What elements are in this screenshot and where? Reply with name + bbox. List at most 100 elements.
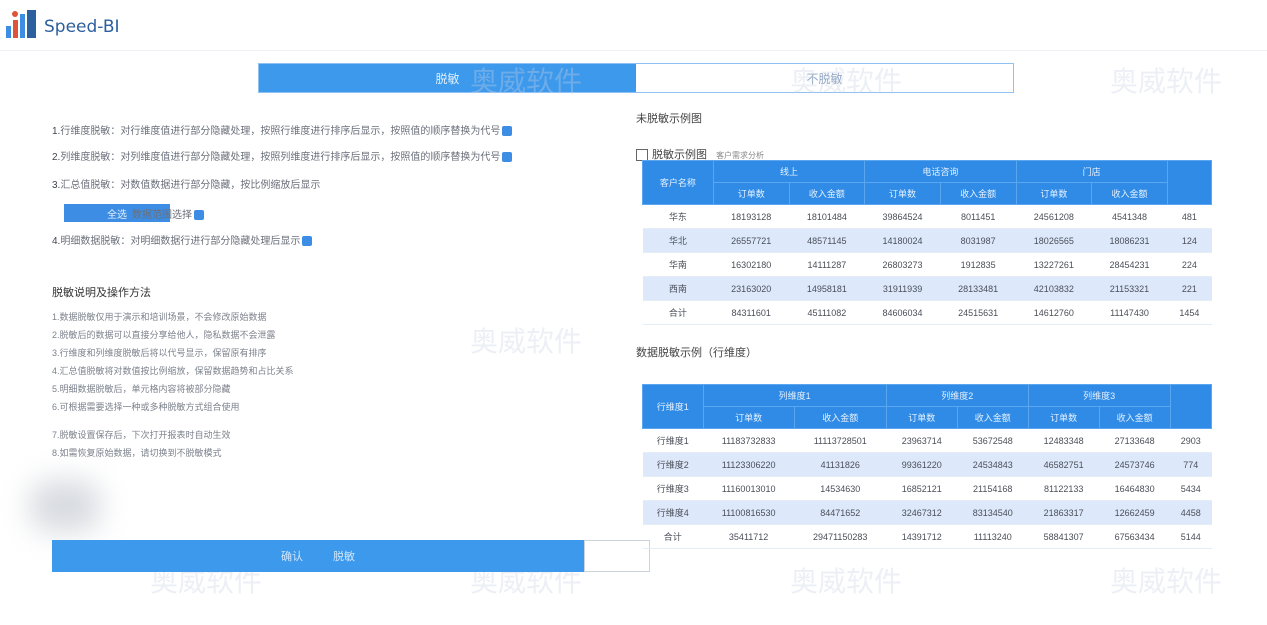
table-cell: 行维度3 — [642, 476, 704, 501]
table-cell: 83134540 — [957, 500, 1029, 525]
table-cell: 774 — [1170, 452, 1212, 477]
table-cell: 5144 — [1170, 524, 1212, 549]
table-row: 华北 26557721 48571145 14180024 8031987 1802656… — [642, 228, 1212, 253]
table-cell: 行维度4 — [642, 500, 704, 525]
note-line: 4.汇总值脱敏将对数值按比例缩放，保留数据趋势和占比关系 — [52, 366, 294, 376]
table-row: 合计 35411712 29471150283 14391712 11113240 588… — [642, 524, 1212, 549]
table-cell: 24515631 — [940, 300, 1016, 325]
top-bar: Speed-BI — [0, 0, 1267, 51]
note-line: 3.行维度和列维度脱敏后将以代号显示，保留原有排序 — [52, 348, 267, 358]
table-cell: 华南 — [642, 252, 714, 277]
toggle-icon[interactable] — [502, 126, 513, 137]
table-cell: 8031987 — [940, 228, 1016, 253]
table-cell: 1912835 — [940, 252, 1016, 277]
table-cell: 23163020 — [713, 276, 790, 301]
watermark: 奥威软件 — [790, 565, 903, 598]
table-cell: 42103832 — [1016, 276, 1092, 301]
table-cell: 16302180 — [713, 252, 790, 277]
table-cell: 18101484 — [789, 204, 865, 229]
table-cell: 11113728501 — [794, 428, 887, 453]
table-cell: 67563434 — [1099, 524, 1171, 549]
table-header: 客户名称 — [642, 160, 714, 205]
table-cell: 21863317 — [1028, 500, 1100, 525]
table-cell: 4541348 — [1091, 204, 1168, 229]
table-cell: 58841307 — [1028, 524, 1100, 549]
table-cell: 11160013010 — [703, 476, 795, 501]
table-cell: 11147430 — [1091, 300, 1168, 325]
table-header: 门店 — [1015, 160, 1168, 183]
table-cell: 124 — [1167, 228, 1212, 253]
note-line: 5.明细数据脱敏后，单元格内容将被部分隐藏 — [52, 384, 231, 394]
table-cell: 16852121 — [886, 476, 958, 501]
table-cell: 14958181 — [789, 276, 865, 301]
table-cell: 48571145 — [789, 228, 865, 253]
toggle-icon[interactable] — [194, 210, 204, 221]
table-header: 收入金额 — [939, 182, 1017, 205]
table-header — [1166, 160, 1213, 205]
table-row: 行维度3 11160013010 14534630 16852121 21154168 8… — [642, 476, 1212, 501]
table-header: 列维度1 — [702, 384, 887, 407]
table-cell: 4458 — [1170, 500, 1212, 525]
table-cell: 21153321 — [1091, 276, 1168, 301]
table-header: 行维度1 — [642, 384, 704, 429]
table-cell: 合计 — [642, 524, 704, 549]
table-cell: 14180024 — [864, 228, 941, 253]
example-label: 未脱敏示例图 — [636, 113, 702, 125]
table-cell: 1454 — [1167, 300, 1212, 325]
data-table-2: 行维度1 列维度1 列维度2 列维度3 订单数 收入金额 订单数 收入金额 订单… — [642, 384, 1213, 549]
option-row-desensitize[interactable]: 1.行维度脱敏：对行维度值进行部分隐藏处理，按照行维度进行排序后显示，按照值的顺… — [52, 122, 514, 137]
option-row-desensitize[interactable]: 2.列维度脱敏：对列维度值进行部分隐藏处理，按照列维度进行排序后显示，按照值的顺… — [52, 148, 514, 163]
table-cell: 23963714 — [886, 428, 958, 453]
table-cell: 26803273 — [864, 252, 941, 277]
option-row-desensitize[interactable]: 3.汇总值脱敏：对数值数据进行部分隐藏，按比例缩放后显示 — [52, 176, 320, 191]
table-header: 线上 — [712, 160, 866, 183]
table-cell: 45111082 — [789, 300, 865, 325]
table-cell: 84471652 — [794, 500, 887, 525]
table-header: 列维度2 — [885, 384, 1029, 407]
table-cell: 西南 — [642, 276, 714, 301]
note-line: 7.脱敏设置保存后，下次打开报表时自动生效 — [52, 430, 231, 440]
table-header: 电话咨询 — [864, 160, 1017, 183]
table-cell: 35411712 — [703, 524, 795, 549]
toggle-icon[interactable] — [302, 236, 313, 247]
table-cell: 81122133 — [1028, 476, 1100, 501]
option-row-desensitize[interactable]: 4.明细数据脱敏：对明细数据行进行部分隐藏处理后显示 — [52, 232, 314, 247]
table-cell: 华东 — [642, 204, 714, 229]
table-header: 列维度3 — [1027, 384, 1171, 407]
toggle-icon[interactable] — [502, 152, 513, 163]
table-header: 订单数 — [885, 406, 958, 429]
table-header: 订单数 — [864, 182, 941, 205]
table-cell: 18193128 — [713, 204, 790, 229]
secondary-button[interactable] — [584, 540, 650, 572]
table-cell: 221 — [1167, 276, 1212, 301]
select-range-label: 数据范围选择 — [132, 206, 206, 221]
note-line: 6.可根据需要选择一种或多种脱敏方式组合使用 — [52, 402, 240, 412]
table-cell: 224 — [1167, 252, 1212, 277]
table-cell: 13227261 — [1016, 252, 1092, 277]
table-cell: 46582751 — [1028, 452, 1100, 477]
table-row: 行维度1 11183732833 11113728501 23963714 536725… — [642, 428, 1212, 453]
tab-no-desensitize[interactable]: 不脱敏 — [636, 64, 1013, 92]
table-cell: 26557721 — [713, 228, 790, 253]
table-cell: 2903 — [1170, 428, 1212, 453]
table-cell: 14534630 — [794, 476, 887, 501]
table-cell: 行维度2 — [642, 452, 704, 477]
table-cell: 32467312 — [886, 500, 958, 525]
table-row: 华南 16302180 14111287 26803273 1912835 1322726… — [642, 252, 1212, 277]
table-row: 华东 18193128 18101484 39864524 8011451 2456120… — [642, 204, 1212, 229]
tab-desensitize[interactable]: 脱敏 — [259, 64, 636, 92]
table-header: 收入金额 — [793, 406, 887, 429]
confirm-button[interactable]: 确认 脱敏 — [52, 540, 584, 572]
table-cell: 18086231 — [1091, 228, 1168, 253]
table-cell: 18026565 — [1016, 228, 1092, 253]
speedbi-logo-icon — [6, 10, 36, 38]
table-cell: 8011451 — [940, 204, 1016, 229]
table-cell: 12483348 — [1028, 428, 1100, 453]
table-header: 收入金额 — [1098, 406, 1171, 429]
table-row: 西南 23163020 14958181 31911939 28133481 421038… — [642, 276, 1212, 301]
note-line: 8.如需恢复原始数据，请切换到不脱敏模式 — [52, 448, 222, 458]
table-cell: 华北 — [642, 228, 714, 253]
table-cell: 39864524 — [864, 204, 941, 229]
table-header: 订单数 — [712, 182, 790, 205]
watermark: 奥威软件 — [1110, 565, 1223, 598]
